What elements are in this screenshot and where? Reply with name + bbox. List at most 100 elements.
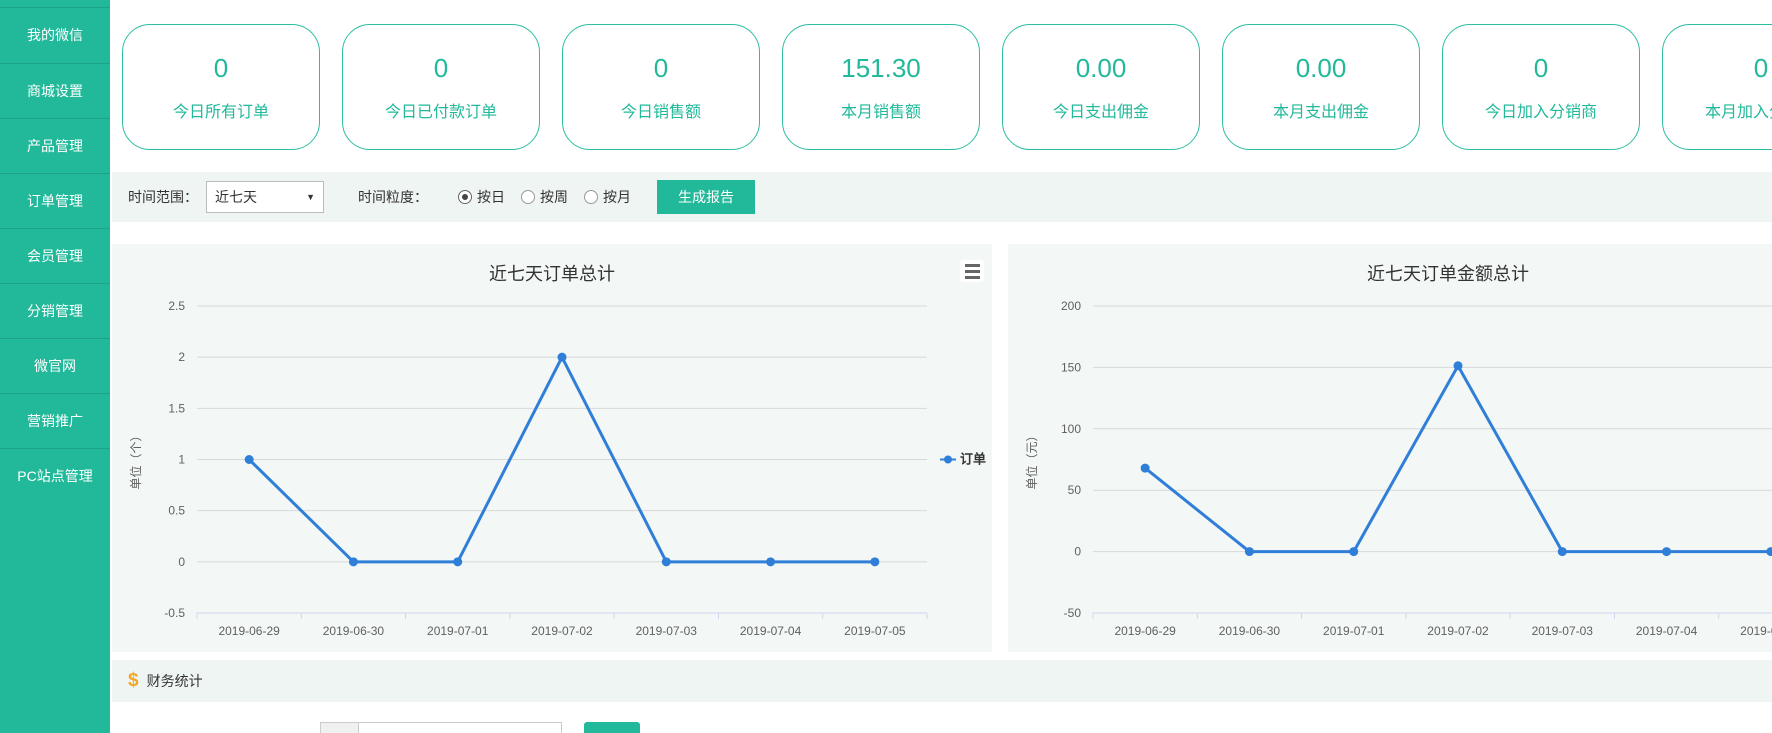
radio-icon[interactable] [584, 190, 598, 204]
svg-text:0.5: 0.5 [168, 504, 185, 518]
orders-chart-panel: 近七天订单总计 2.5 2 1.5 1 0.5 0 -0.5 2019-06-29 2019-06… [112, 244, 992, 652]
stat-value: 151.30 [841, 53, 921, 84]
svg-text:1.5: 1.5 [168, 401, 185, 415]
svg-text:2019-07-03: 2019-07-03 [1532, 624, 1594, 638]
sidebar-item-marketing[interactable]: 营销推广 [0, 393, 110, 448]
radio-by-week[interactable]: 按周 [521, 187, 568, 207]
svg-text:近七天订单金额总计: 近七天订单金额总计 [1367, 264, 1529, 284]
svg-text:近七天订单总计: 近七天订单总计 [489, 264, 615, 284]
stat-card-today-distributors: 0 今日加入分销商 [1442, 24, 1640, 150]
sidebar-item-orders[interactable]: 订单管理 [0, 173, 110, 228]
time-range-label: 时间范围： [128, 187, 198, 207]
svg-text:2019-07-04: 2019-07-04 [740, 624, 802, 638]
svg-text:50: 50 [1068, 483, 1082, 497]
svg-text:订单: 订单 [960, 452, 986, 467]
svg-text:2019-06-30: 2019-06-30 [323, 624, 385, 638]
radio-by-day[interactable]: 按日 [458, 187, 505, 207]
sidebar-item-pc-site[interactable]: PC站点管理 [0, 448, 110, 503]
sidebar-menu: 我的微信 商城设置 产品管理 订单管理 会员管理 分销管理 微官网 营销推广 P… [0, 8, 110, 503]
radio-label: 按月 [603, 187, 631, 207]
stat-label: 今日支出佣金 [1053, 98, 1149, 122]
svg-text:2019-06-30: 2019-06-30 [1219, 624, 1281, 638]
orders-line-chart: 近七天订单总计 2.5 2 1.5 1 0.5 0 -0.5 2019-06-29 2019-06… [112, 244, 992, 652]
stat-value: 0 [434, 53, 448, 84]
radio-by-month[interactable]: 按月 [584, 187, 631, 207]
finance-section-title: 财务统计 [147, 671, 203, 691]
svg-text:2019-07-01: 2019-07-01 [427, 624, 489, 638]
stat-value: 0.00 [1296, 53, 1347, 84]
time-range-select[interactable]: 近七天 ▼ [206, 181, 324, 213]
stat-card-month-distributors: 0 本月加入分销商 [1662, 24, 1772, 150]
stat-label: 本月销售额 [841, 98, 921, 122]
stat-cards-row: 0 今日所有订单 0 今日已付款订单 0 今日销售额 151.30 本月销售额 … [112, 0, 1772, 150]
stat-card-month-commission: 0.00 本月支出佣金 [1222, 24, 1420, 150]
main-content: 0 今日所有订单 0 今日已付款订单 0 今日销售额 151.30 本月销售额 … [110, 0, 1772, 733]
stat-card-today-paid-orders: 0 今日已付款订单 [342, 24, 540, 150]
chevron-down-icon: ▼ [306, 192, 315, 202]
svg-text:100: 100 [1061, 422, 1081, 436]
sidebar-item-products[interactable]: 产品管理 [0, 118, 110, 173]
finance-submit-button[interactable] [584, 722, 640, 733]
dashboard-page: 我的微信 商城设置 产品管理 订单管理 会员管理 分销管理 微官网 营销推广 P… [0, 0, 1772, 733]
stat-value: 0 [214, 53, 228, 84]
svg-text:2.5: 2.5 [168, 299, 185, 313]
svg-text:2019-07-05: 2019-07-05 [1740, 624, 1772, 638]
finance-controls-row [112, 722, 1772, 733]
finance-input[interactable] [358, 722, 562, 733]
sidebar-item-my-wechat[interactable]: 我的微信 [0, 8, 110, 63]
filter-bar: 时间范围： 近七天 ▼ 时间粒度： 按日 按周 按月 生成报告 [112, 172, 1772, 222]
stat-label: 今日已付款订单 [385, 98, 497, 122]
svg-text:2019-07-03: 2019-07-03 [636, 624, 698, 638]
svg-text:2019-07-02: 2019-07-02 [1427, 624, 1489, 638]
svg-text:200: 200 [1061, 299, 1081, 313]
stat-value: 0 [1754, 53, 1768, 84]
svg-text:2019-06-29: 2019-06-29 [1114, 624, 1176, 638]
stat-label: 今日所有订单 [173, 98, 269, 122]
order-amount-chart-panel: 近七天订单金额总计 200 150 100 50 0 -50 2019-06-29 2019-0… [1008, 244, 1772, 652]
sidebar-item-members[interactable]: 会员管理 [0, 228, 110, 283]
order-amount-line-chart: 近七天订单金额总计 200 150 100 50 0 -50 2019-06-29 2019-0… [1008, 244, 1772, 652]
sidebar-item-distribution[interactable]: 分销管理 [0, 283, 110, 338]
input-addon-box [320, 722, 358, 733]
sidebar-item-micro-site[interactable]: 微官网 [0, 338, 110, 393]
svg-text:2019-06-29: 2019-06-29 [218, 624, 280, 638]
radio-label: 按日 [477, 187, 505, 207]
charts-row: 近七天订单总计 2.5 2 1.5 1 0.5 0 -0.5 2019-06-29 2019-06… [112, 244, 1772, 652]
stat-label: 今日加入分销商 [1485, 98, 1597, 122]
svg-text:2019-07-04: 2019-07-04 [1636, 624, 1698, 638]
sidebar-top-divider [0, 0, 110, 8]
sidebar-item-mall-settings[interactable]: 商城设置 [0, 63, 110, 118]
svg-text:2: 2 [178, 350, 185, 364]
stat-label: 今日销售额 [621, 98, 701, 122]
svg-text:0: 0 [178, 555, 185, 569]
radio-label: 按周 [540, 187, 568, 207]
stat-card-today-sales: 0 今日销售额 [562, 24, 760, 150]
stat-value: 0.00 [1076, 53, 1127, 84]
svg-text:2019-07-02: 2019-07-02 [531, 624, 593, 638]
sidebar: 我的微信 商城设置 产品管理 订单管理 会员管理 分销管理 微官网 营销推广 P… [0, 0, 110, 733]
svg-text:0: 0 [1074, 545, 1081, 559]
svg-text:-50: -50 [1064, 606, 1082, 620]
svg-text:1: 1 [178, 453, 185, 467]
radio-icon[interactable] [521, 190, 535, 204]
stat-label: 本月加入分销商 [1705, 98, 1772, 122]
stat-value: 0 [1534, 53, 1548, 84]
generate-report-button[interactable]: 生成报告 [657, 180, 755, 214]
svg-text:单位（元）: 单位（元） [1024, 429, 1039, 489]
finance-section-header: $ 财务统计 [112, 660, 1772, 702]
chart-context-menu-icon[interactable] [960, 260, 984, 282]
stat-card-month-sales: 151.30 本月销售额 [782, 24, 980, 150]
time-range-selected-value: 近七天 [215, 187, 306, 207]
svg-text:单位（个）: 单位（个） [128, 429, 143, 489]
radio-icon[interactable] [458, 190, 472, 204]
dollar-icon: $ [128, 670, 139, 692]
stat-label: 本月支出佣金 [1273, 98, 1369, 122]
stat-card-today-commission: 0.00 今日支出佣金 [1002, 24, 1200, 150]
svg-text:2019-07-05: 2019-07-05 [844, 624, 906, 638]
svg-text:2019-07-01: 2019-07-01 [1323, 624, 1385, 638]
svg-text:-0.5: -0.5 [164, 606, 185, 620]
stat-card-today-orders: 0 今日所有订单 [122, 24, 320, 150]
stat-value: 0 [654, 53, 668, 84]
svg-text:150: 150 [1061, 360, 1081, 374]
granularity-label: 时间粒度： [358, 187, 428, 207]
